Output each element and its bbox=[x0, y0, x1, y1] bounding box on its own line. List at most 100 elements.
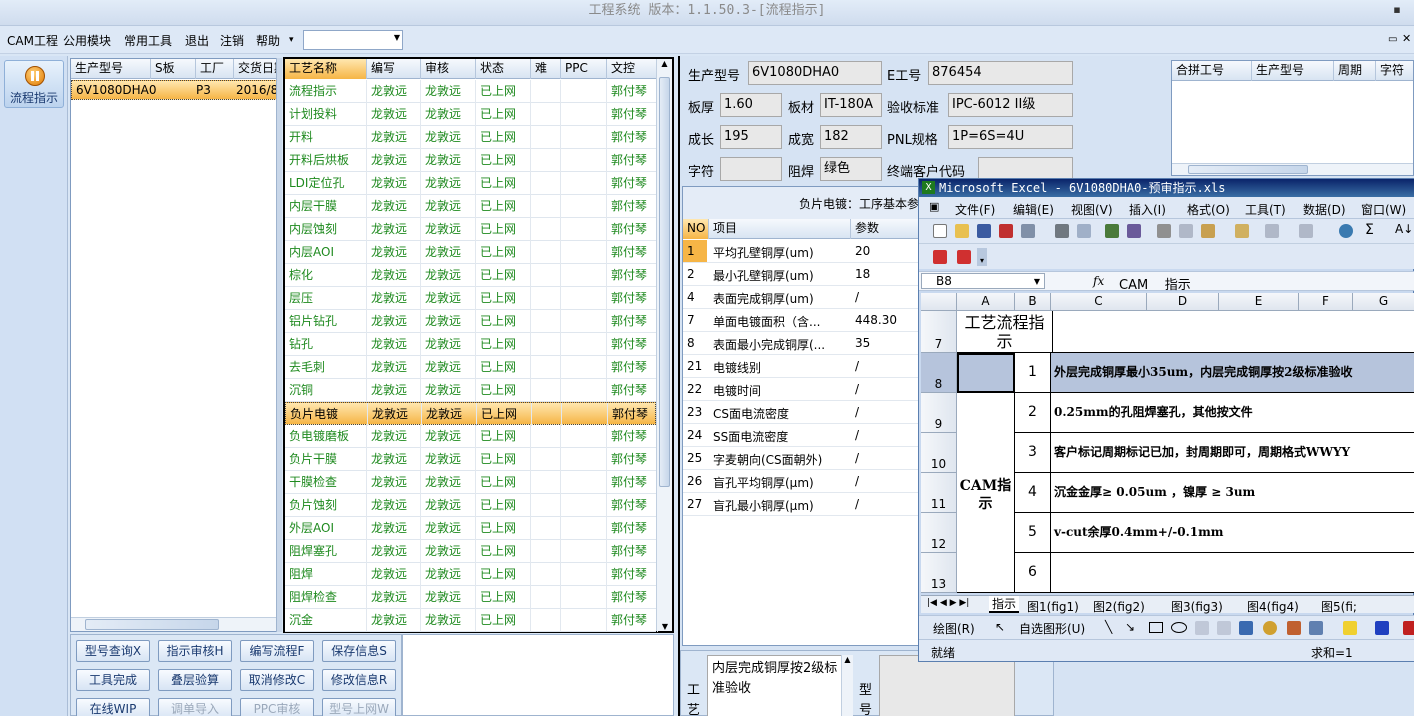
process-row[interactable]: 钻孔 龙敦远 龙敦远 已上网 郭付琴 bbox=[285, 333, 658, 356]
row-header[interactable]: 7 bbox=[921, 311, 957, 353]
action-button[interactable]: PPC审核 bbox=[240, 698, 314, 716]
menu-logout[interactable]: 注销 bbox=[220, 32, 244, 49]
excel-menu-edit[interactable]: 编辑(E) bbox=[1013, 201, 1054, 218]
merge-header-model[interactable]: 生产型号 bbox=[1252, 61, 1334, 81]
proc-header-diff[interactable]: 难 bbox=[531, 59, 561, 79]
process-vscroll-thumb[interactable] bbox=[659, 77, 670, 487]
pdf-mail-icon[interactable] bbox=[957, 250, 971, 264]
process-row[interactable]: 阻焊 龙敦远 龙敦远 已上网 郭付琴 bbox=[285, 563, 658, 586]
fill-color-icon[interactable] bbox=[1343, 621, 1357, 635]
menu-public[interactable]: 公用模块 bbox=[63, 32, 111, 49]
worksheet[interactable]: ABCDEFG 7 8 9 10 11 12 13 工艺流程指示 CAM指示 1 外层完成铜厚… bbox=[921, 293, 1414, 593]
action-button[interactable]: 叠层验算 bbox=[158, 669, 232, 691]
formula-value[interactable]: CAM 指示 bbox=[1119, 274, 1191, 293]
proc-header-writer[interactable]: 编写 bbox=[367, 59, 421, 79]
picture-icon[interactable] bbox=[1309, 621, 1323, 635]
model-field[interactable]: 6V1080DHA0 bbox=[748, 61, 882, 85]
merge-header-job[interactable]: 合拼工号 bbox=[1172, 61, 1252, 81]
row-header[interactable]: 10 bbox=[921, 433, 957, 473]
action-button[interactable]: 在线WIP bbox=[76, 698, 150, 716]
draw-menu[interactable]: 绘图(R) bbox=[933, 620, 975, 637]
order-header-s[interactable]: S板 bbox=[151, 59, 196, 79]
column-header[interactable]: D bbox=[1147, 293, 1219, 311]
item-text-cell[interactable]: 沉金金厚≥ 0.05um ，镍厚 ≥ 3um bbox=[1051, 473, 1414, 513]
item-text-cell[interactable]: 客户标记周期标记已加，封周期即可，周期格式WWYY bbox=[1051, 433, 1414, 473]
proc-header-reviewer[interactable]: 审核 bbox=[421, 59, 476, 79]
excel-menu-insert[interactable]: 插入(I) bbox=[1129, 201, 1166, 218]
process-row[interactable]: 内层蚀刻 龙敦远 龙敦远 已上网 郭付琴 bbox=[285, 218, 658, 241]
process-row[interactable]: 外层AOI 龙敦远 龙敦远 已上网 郭付琴 bbox=[285, 517, 658, 540]
process-row[interactable]: 内层AOI 龙敦远 龙敦远 已上网 郭付琴 bbox=[285, 241, 658, 264]
proc-header-ppc[interactable]: PPC bbox=[561, 59, 607, 79]
excel-menu-data[interactable]: 数据(D) bbox=[1303, 201, 1346, 218]
open-icon[interactable] bbox=[955, 224, 969, 238]
process-row[interactable]: 负电镀磨板 龙敦远 龙敦远 已上网 郭付琴 bbox=[285, 425, 658, 448]
wordart-icon[interactable] bbox=[1239, 621, 1253, 635]
menu-help[interactable]: 帮助 bbox=[256, 32, 280, 49]
note-vscroll[interactable]: ▲ bbox=[841, 655, 853, 716]
param-row[interactable]: 8 表面最小完成铜厚(... 35 bbox=[683, 332, 923, 355]
param-row[interactable]: 7 单面电镀面积（含... 448.30 bbox=[683, 309, 923, 332]
process-row[interactable]: 铝片钻孔 龙敦远 龙敦远 已上网 郭付琴 bbox=[285, 310, 658, 333]
row-header[interactable]: 13 bbox=[921, 553, 957, 593]
column-header[interactable]: A bbox=[957, 293, 1015, 311]
rectangle-icon[interactable] bbox=[1149, 622, 1163, 633]
name-box[interactable]: B8 ▼ bbox=[921, 273, 1045, 289]
order-hscroll[interactable] bbox=[71, 617, 277, 631]
toolbar-options-icon[interactable]: ▾ bbox=[977, 248, 987, 266]
scroll-up-icon[interactable]: ▲ bbox=[842, 655, 853, 664]
column-header[interactable]: B bbox=[1015, 293, 1051, 311]
clipart-icon[interactable] bbox=[1287, 621, 1301, 635]
param-row[interactable]: 4 表面完成铜厚(um) / bbox=[683, 286, 923, 309]
action-button[interactable]: 指示审核H bbox=[158, 640, 232, 662]
process-row[interactable]: 阻焊塞孔 龙敦远 龙敦远 已上网 郭付琴 bbox=[285, 540, 658, 563]
merge-header-cycle[interactable]: 周期 bbox=[1334, 61, 1376, 81]
item-text-cell[interactable] bbox=[1051, 553, 1414, 593]
action-button[interactable]: 修改信息R bbox=[322, 669, 396, 691]
param-row[interactable]: 26 盲孔平均铜厚(μm) / bbox=[683, 470, 923, 493]
excel-doc-icon[interactable]: ▣ bbox=[929, 200, 939, 213]
param-row[interactable]: 1 平均孔壁铜厚(um) 20 bbox=[683, 240, 923, 263]
new-icon[interactable] bbox=[933, 224, 947, 238]
mail-icon[interactable] bbox=[1021, 224, 1035, 238]
sheet-tab[interactable]: 图3(fig3) bbox=[1171, 598, 1223, 615]
order-header-model[interactable]: 生产型号 bbox=[71, 59, 151, 79]
line-color-icon[interactable] bbox=[1375, 621, 1389, 635]
hyperlink-icon[interactable] bbox=[1339, 224, 1353, 238]
font-color-icon[interactable] bbox=[1403, 621, 1414, 635]
sheet-tab[interactable]: 图1(fig1) bbox=[1027, 598, 1079, 615]
selected-cell-b8[interactable] bbox=[957, 353, 1015, 393]
redo-icon[interactable] bbox=[1299, 224, 1313, 238]
param-row[interactable]: 21 电镀线别 / bbox=[683, 355, 923, 378]
proc-header-status[interactable]: 状态 bbox=[476, 59, 531, 79]
spelling-icon[interactable] bbox=[1105, 224, 1119, 238]
oval-icon[interactable] bbox=[1171, 622, 1187, 633]
item-number-cell[interactable]: 3 bbox=[1015, 433, 1051, 473]
order-hscroll-thumb[interactable] bbox=[85, 619, 219, 630]
excel-menu-window[interactable]: 窗口(W) bbox=[1361, 201, 1406, 218]
vertical-textbox-icon[interactable] bbox=[1217, 621, 1231, 635]
splitter[interactable] bbox=[276, 58, 282, 632]
row-header[interactable]: 8 bbox=[921, 353, 957, 393]
process-row[interactable]: 棕化 龙敦远 龙敦远 已上网 郭付琴 bbox=[285, 264, 658, 287]
sheet-tab[interactable]: 指示 bbox=[989, 596, 1020, 613]
menu-exit[interactable]: 退出 bbox=[185, 32, 209, 49]
pdf-icon[interactable] bbox=[933, 250, 947, 264]
sheet-tab[interactable]: 图2(fig2) bbox=[1093, 598, 1145, 615]
action-button[interactable]: 型号上网W bbox=[322, 698, 396, 716]
process-row[interactable]: 负片干膜 龙敦远 龙敦远 已上网 郭付琴 bbox=[285, 448, 658, 471]
sheet-nav-icon[interactable]: |◀ ◀ ▶ ▶| bbox=[927, 598, 969, 608]
action-button[interactable]: 工具完成 bbox=[76, 669, 150, 691]
sheet-tab[interactable]: 图4(fig4) bbox=[1247, 598, 1299, 615]
excel-menu-tools[interactable]: 工具(T) bbox=[1245, 201, 1286, 218]
paste-icon[interactable] bbox=[1201, 224, 1215, 238]
module-combo[interactable]: ▼ bbox=[303, 30, 403, 50]
sort-icon[interactable]: A↓ bbox=[1395, 222, 1413, 236]
process-row[interactable]: LDI定位孔 龙敦远 龙敦远 已上网 郭付琴 bbox=[285, 172, 658, 195]
process-row[interactable]: 沉铜 龙敦远 龙敦远 已上网 郭付琴 bbox=[285, 379, 658, 402]
undo-icon[interactable] bbox=[1265, 224, 1279, 238]
textbox-icon[interactable] bbox=[1195, 621, 1209, 635]
process-row[interactable]: 阻焊检查 龙敦远 龙敦远 已上网 郭付琴 bbox=[285, 586, 658, 609]
model-textarea[interactable] bbox=[879, 655, 1015, 716]
process-row[interactable]: 层压 龙敦远 龙敦远 已上网 郭付琴 bbox=[285, 287, 658, 310]
